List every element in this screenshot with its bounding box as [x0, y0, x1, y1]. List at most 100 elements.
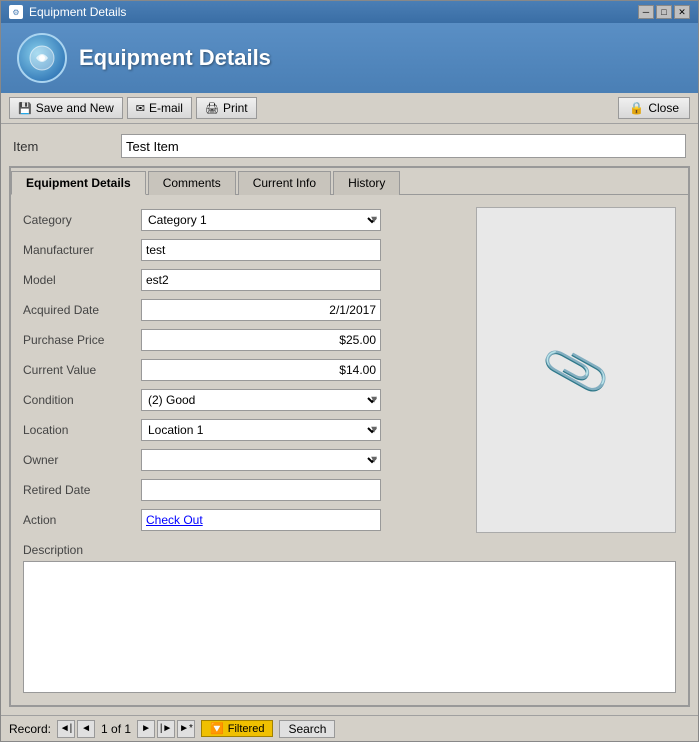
current-value-row: Current Value [23, 357, 466, 383]
first-record-button[interactable]: ◄| [57, 720, 75, 738]
tab-history-label: History [348, 176, 385, 190]
retired-date-input[interactable] [141, 479, 381, 501]
current-value-label: Current Value [23, 363, 133, 377]
location-label: Location [23, 423, 133, 437]
close-window-button[interactable]: ✕ [674, 5, 690, 19]
tabs-container: Equipment Details Comments Current Info … [9, 166, 690, 707]
app-title: Equipment Details [79, 45, 271, 71]
print-button[interactable]: 🖨 Print [196, 97, 257, 119]
form-fields: Category Category 1 Category 2 Category … [23, 207, 466, 533]
title-bar-controls: ─ □ ✕ [638, 5, 690, 19]
item-input[interactable] [121, 134, 686, 158]
owner-row: Owner ▼ [23, 447, 466, 473]
email-label: E-mail [149, 101, 183, 115]
description-textarea[interactable] [23, 561, 676, 693]
attachment-icon: 📎 [538, 333, 614, 407]
tab-equipment-details-label: Equipment Details [26, 176, 131, 190]
condition-select-wrapper: (1) Excellent (2) Good (3) Fair (4) Poor… [141, 389, 381, 411]
owner-select[interactable] [141, 449, 381, 471]
action-row: Action Check Out [23, 507, 466, 533]
purchase-price-input[interactable] [141, 329, 381, 351]
description-section: Description [23, 543, 676, 693]
manufacturer-label: Manufacturer [23, 243, 133, 257]
condition-select[interactable]: (1) Excellent (2) Good (3) Fair (4) Poor [141, 389, 381, 411]
window-title: Equipment Details [29, 5, 126, 19]
print-label: Print [223, 101, 248, 115]
header-area: Equipment Details [1, 23, 698, 93]
image-placeholder: 📎 [476, 207, 676, 533]
item-row: Item [9, 132, 690, 160]
manufacturer-input[interactable] [141, 239, 381, 261]
category-label: Category [23, 213, 133, 227]
tab-current-info-label: Current Info [253, 176, 316, 190]
close-label: Close [648, 101, 679, 115]
category-select-wrapper: Category 1 Category 2 Category 3 ▼ [141, 209, 381, 231]
content-area: Item Equipment Details Comments Current … [1, 124, 698, 715]
form-grid: Category Category 1 Category 2 Category … [23, 207, 676, 533]
tab-history[interactable]: History [333, 171, 400, 195]
next-record-button[interactable]: ► [137, 720, 155, 738]
manufacturer-row: Manufacturer [23, 237, 466, 263]
record-label: Record: [9, 722, 51, 736]
email-icon: ✉ [136, 102, 145, 115]
close-icon: 🔒 [629, 101, 644, 115]
category-select[interactable]: Category 1 Category 2 Category 3 [141, 209, 381, 231]
equipment-details-pane: Category Category 1 Category 2 Category … [23, 207, 676, 693]
retired-date-label: Retired Date [23, 483, 133, 497]
current-value-input[interactable] [141, 359, 381, 381]
owner-label: Owner [23, 453, 133, 467]
new-record-button[interactable]: ►* [177, 720, 195, 738]
print-icon: 🖨 [205, 102, 219, 115]
save-new-button[interactable]: 💾 Save and New [9, 97, 123, 119]
model-label: Model [23, 273, 133, 287]
tab-comments[interactable]: Comments [148, 171, 236, 195]
tab-bar: Equipment Details Comments Current Info … [11, 168, 688, 195]
condition-row: Condition (1) Excellent (2) Good (3) Fai… [23, 387, 466, 413]
purchase-price-row: Purchase Price [23, 327, 466, 353]
acquired-date-input[interactable] [141, 299, 381, 321]
action-label: Action [23, 513, 133, 527]
app-logo [17, 33, 67, 83]
main-window: ⚙ Equipment Details ─ □ ✕ Equipment Deta… [0, 0, 699, 742]
category-row: Category Category 1 Category 2 Category … [23, 207, 466, 233]
filter-icon: 🔽 [210, 722, 224, 735]
retired-date-row: Retired Date [23, 477, 466, 503]
tab-equipment-details[interactable]: Equipment Details [11, 171, 146, 195]
prev-record-button[interactable]: ◄ [77, 720, 95, 738]
item-label: Item [13, 139, 113, 154]
record-info: 1 of 1 [97, 722, 135, 736]
toolbar: 💾 Save and New ✉ E-mail 🖨 Print 🔒 Close [1, 93, 698, 124]
window-icon: ⚙ [9, 5, 23, 19]
action-field: Check Out [141, 509, 381, 531]
close-button[interactable]: 🔒 Close [618, 97, 690, 119]
search-label: Search [288, 722, 326, 736]
location-select-wrapper: Location 1 Location 2 Location 3 ▼ [141, 419, 381, 441]
location-select[interactable]: Location 1 Location 2 Location 3 [141, 419, 381, 441]
filter-label: Filtered [228, 723, 265, 735]
description-label: Description [23, 543, 676, 557]
purchase-price-label: Purchase Price [23, 333, 133, 347]
status-bar: Record: ◄| ◄ 1 of 1 ► |► ►* 🔽 Filtered S… [1, 715, 698, 741]
restore-button[interactable]: □ [656, 5, 672, 19]
location-row: Location Location 1 Location 2 Location … [23, 417, 466, 443]
model-input[interactable] [141, 269, 381, 291]
owner-select-wrapper: ▼ [141, 449, 381, 471]
title-bar: ⚙ Equipment Details ─ □ ✕ [1, 1, 698, 23]
acquired-date-row: Acquired Date [23, 297, 466, 323]
title-bar-left: ⚙ Equipment Details [9, 5, 126, 19]
model-row: Model [23, 267, 466, 293]
condition-label: Condition [23, 393, 133, 407]
acquired-date-label: Acquired Date [23, 303, 133, 317]
minimize-button[interactable]: ─ [638, 5, 654, 19]
filter-badge: 🔽 Filtered [201, 720, 273, 737]
save-icon: 💾 [18, 102, 32, 115]
email-button[interactable]: ✉ E-mail [127, 97, 192, 119]
search-button[interactable]: Search [279, 720, 335, 738]
last-record-button[interactable]: |► [157, 720, 175, 738]
tab-current-info[interactable]: Current Info [238, 171, 331, 195]
check-out-link[interactable]: Check Out [146, 513, 203, 527]
save-new-label: Save and New [36, 101, 114, 115]
record-navigation: ◄| ◄ 1 of 1 ► |► ►* [57, 720, 195, 738]
tab-content: Category Category 1 Category 2 Category … [11, 195, 688, 705]
tab-comments-label: Comments [163, 176, 221, 190]
